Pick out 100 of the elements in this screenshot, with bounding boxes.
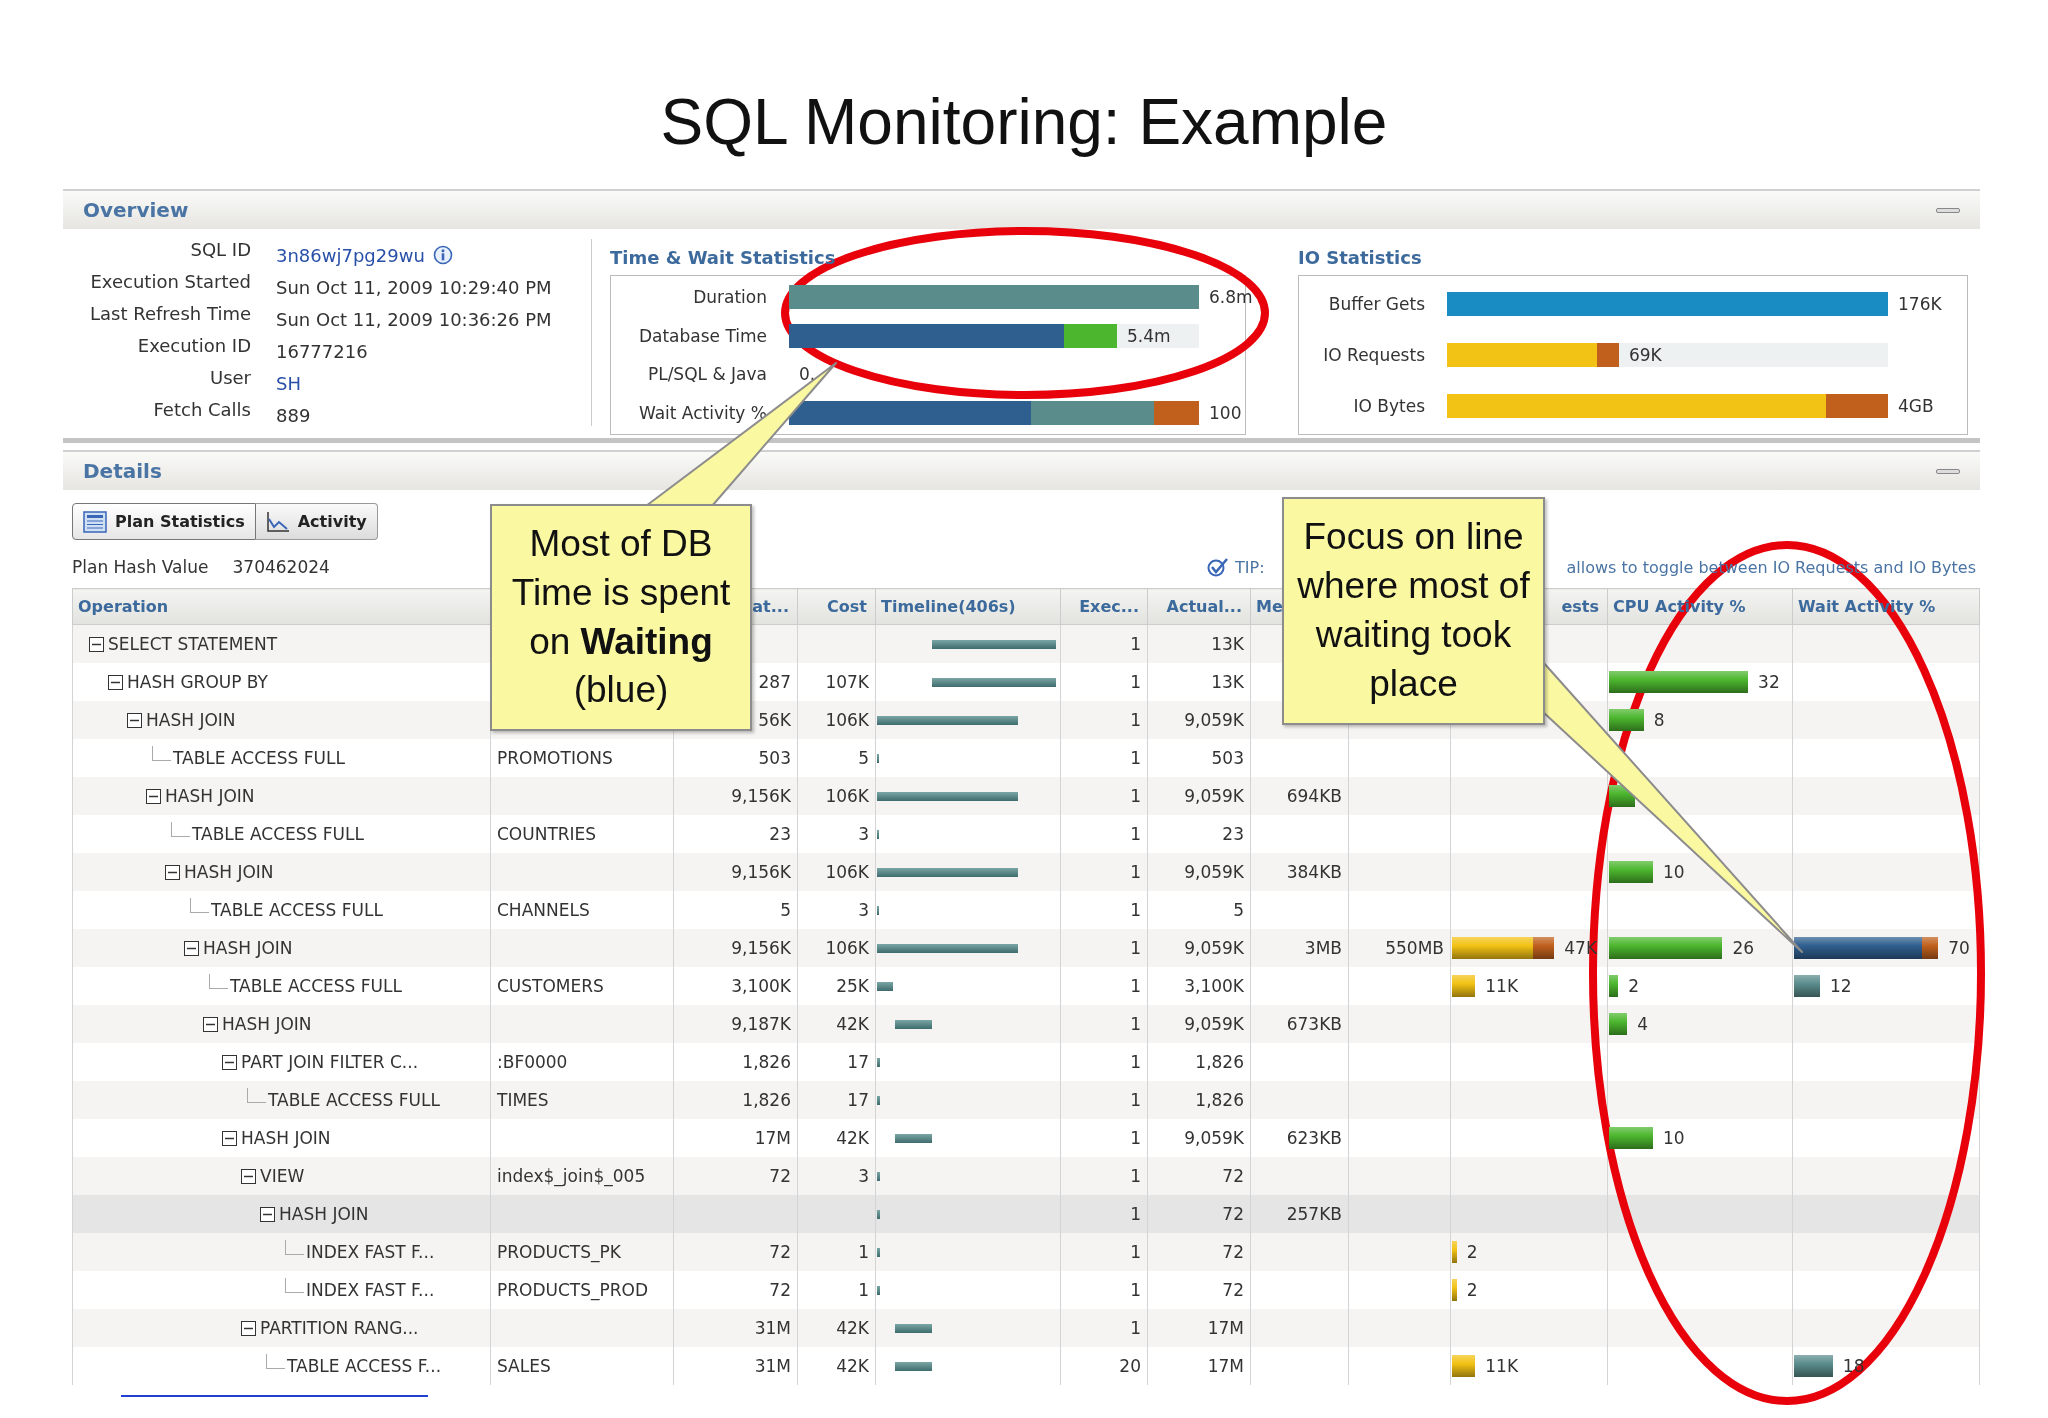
collapse-icon[interactable] (222, 1130, 237, 1146)
collapse-icon[interactable] (184, 940, 199, 956)
field-label: SQL ID (189, 239, 251, 262)
tree-line (209, 973, 228, 989)
minimize-icon[interactable] (1936, 468, 1960, 474)
tree-line (266, 1353, 285, 1369)
info-icon[interactable] (432, 245, 453, 265)
callout-tooltip: Most of DB Time is spent on Waiting (blue) (490, 504, 752, 731)
operation-label: TABLE ACCESS F... (287, 1356, 442, 1376)
table-cell: 31M (673, 1347, 798, 1385)
field-value: Sun Oct 11, 2009 10:29:40 PM (276, 276, 552, 298)
operation-label: HASH JOIN (241, 1128, 331, 1148)
operation-label: TABLE ACCESS FULL (211, 900, 383, 920)
checkmark-icon (1207, 557, 1229, 577)
bar-value: 11K (1485, 1355, 1519, 1377)
stat-label: Database Time (637, 325, 768, 346)
table-row[interactable]: HASH JOIN 9,156K 106K 1 9,059K 384KB 10 (72, 853, 1980, 891)
bar-value: 12 (1829, 975, 1852, 997)
table-row[interactable]: HASH JOIN 1 72 257KB (72, 1195, 1980, 1233)
bar-value: 26 (1732, 937, 1755, 959)
operation-label: PART JOIN FILTER C... (241, 1052, 419, 1072)
tree-line (285, 1239, 304, 1255)
minimize-icon[interactable] (1936, 207, 1960, 213)
table-row[interactable]: HASH JOIN 9,156K 106K 1 9,059K 694KB (72, 777, 1980, 815)
collapse-icon[interactable] (89, 636, 104, 652)
slide-title: SQL Monitoring: Example (659, 85, 1389, 158)
tree-line (247, 1087, 266, 1103)
tab[interactable]: Plan Statistics (72, 503, 256, 540)
section-title: Overview (83, 198, 189, 222)
table-cell: 42K (797, 1347, 876, 1385)
field-value: 16777216 (276, 340, 368, 362)
tab[interactable]: Activity (255, 503, 378, 540)
operation-label: HASH JOIN (165, 786, 255, 806)
tree-line (190, 897, 209, 913)
field-label: Execution ID (136, 335, 251, 358)
stat-value: 0. (798, 364, 816, 385)
field-link[interactable]: SH (276, 372, 301, 394)
collapse-icon[interactable] (203, 1016, 218, 1032)
field-link[interactable]: 3n86wj7pg29wu (276, 244, 425, 266)
stat-label: IO Requests (1322, 345, 1426, 365)
table-row[interactable]: INDEX FAST F... PRODUCTS_PROD 72 1 1 72 2 (72, 1271, 1980, 1309)
stat-label: Buffer Gets (1327, 293, 1426, 314)
collapse-icon[interactable] (241, 1168, 256, 1184)
operation-label: HASH JOIN (184, 862, 274, 882)
stat-value: 69K (1629, 344, 1662, 367)
bar-value: 32 (1758, 671, 1780, 693)
table-row[interactable]: TABLE ACCESS FULL CUSTOMERS 3,100K 25K 1 3,100K 11K 2 12 (72, 967, 1980, 1005)
bar-value: 8 (1653, 709, 1665, 731)
table-icon (83, 510, 107, 533)
table-row[interactable]: INDEX FAST F... PRODUCTS_PK 72 1 1 72 2 (72, 1233, 1980, 1271)
collapse-icon[interactable] (146, 788, 161, 804)
table-row[interactable]: TABLE ACCESS FULL COUNTRIES 23 3 1 23 (72, 815, 1980, 853)
table-row[interactable]: TABLE ACCESS FULL PROMOTIONS 503 5 1 503 (72, 739, 1980, 777)
stat-value: 100 (1209, 401, 1242, 425)
field-label: Last Refresh Time (89, 303, 251, 326)
stat-label: IO Bytes (1352, 396, 1426, 417)
operation-label: HASH GROUP BY (127, 672, 268, 692)
bar-value: 4 (1637, 1013, 1649, 1035)
table-row[interactable]: PART JOIN FILTER C... :BF0000 1,826 17 1 1,826 (72, 1043, 1980, 1081)
column-header[interactable]: Operation (78, 597, 169, 616)
table-row[interactable]: PARTITION RANG... 31M 42K 1 17M (72, 1309, 1980, 1347)
collapse-icon[interactable] (108, 674, 123, 690)
line-chart-icon (265, 510, 290, 533)
table-row[interactable]: VIEW index$_join$_005 72 3 1 72 (72, 1157, 1980, 1195)
operation-label: INDEX FAST F... (306, 1242, 435, 1262)
tree-line (285, 1277, 304, 1293)
field-value: 370462024 (232, 557, 330, 577)
operation-label: TABLE ACCESS FULL (268, 1090, 440, 1110)
column-header[interactable]: Me (1256, 597, 1283, 616)
section-title: IO Statistics (1298, 245, 1423, 270)
stat-value: 6.8m (1209, 286, 1253, 310)
column-header[interactable]: at... (752, 597, 789, 616)
stat-label: PL/SQL & Java (646, 364, 768, 385)
stat-value: 5.4m (1127, 324, 1171, 348)
stat-value: 176K (1898, 292, 1942, 316)
operation-label: HASH JOIN (279, 1204, 369, 1224)
table-row[interactable]: TABLE ACCESS FULL TIMES 1,826 17 1 1,826 (72, 1081, 1980, 1119)
operation-label: PARTITION RANG... (260, 1318, 419, 1338)
callout-tooltip: Focus on line where most of waiting took place (1282, 497, 1545, 725)
collapse-icon[interactable] (165, 864, 180, 880)
operation-label: HASH JOIN (146, 710, 236, 730)
bar-value: 2 (1466, 1241, 1478, 1263)
collapse-icon[interactable] (127, 712, 142, 728)
field-label: Fetch Calls (152, 399, 251, 422)
table-cell: SALES (490, 1347, 674, 1385)
stat-label: Duration (692, 287, 768, 308)
field-label: User (208, 367, 251, 390)
table-cell: 17M (1147, 1347, 1251, 1385)
stat-value: 4GB (1898, 395, 1934, 419)
field-value: Sun Oct 11, 2009 10:36:26 PM (276, 308, 552, 330)
column-header[interactable]: ests (1561, 597, 1599, 616)
operation-label: HASH JOIN (222, 1014, 312, 1034)
collapse-icon[interactable] (260, 1206, 275, 1222)
table-row[interactable]: HASH JOIN 17M 42K 1 9,059K 623KB 10 (72, 1119, 1980, 1157)
section-title: Details (83, 459, 162, 483)
field-label: Plan Hash Value (72, 557, 209, 577)
bar-value: 70 (1948, 937, 1970, 959)
collapse-icon[interactable] (222, 1054, 237, 1070)
collapse-icon[interactable] (241, 1320, 256, 1336)
operation-label: TABLE ACCESS FULL (173, 748, 345, 768)
